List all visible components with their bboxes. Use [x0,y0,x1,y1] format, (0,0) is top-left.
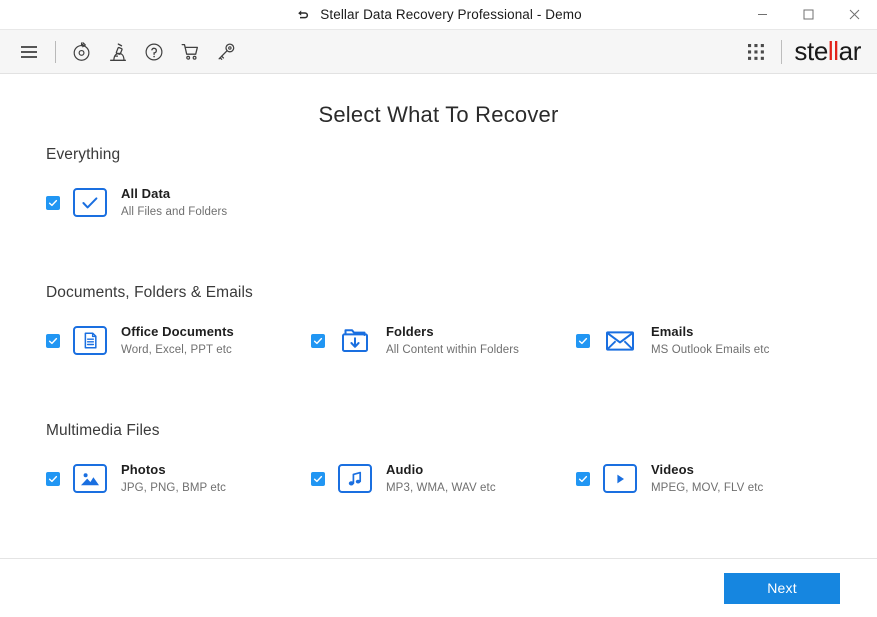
toolbar-right-group: ste ll ar [741,36,863,67]
option-audio[interactable]: Audio MP3, WMA, WAV etc [311,462,576,495]
window-title: Stellar Data Recovery Professional - Dem… [320,7,582,22]
option-text-photos: Photos JPG, PNG, BMP etc [121,462,226,495]
title-bar: Stellar Data Recovery Professional - Dem… [0,0,877,30]
checkbox-videos[interactable] [576,471,590,486]
grid-dots-icon[interactable] [741,37,771,67]
close-button[interactable] [831,0,877,29]
option-title: Emails [651,324,694,339]
option-subtitle: MS Outlook Emails etc [651,343,770,356]
checkbox-audio[interactable] [311,471,325,486]
checkbox-folders[interactable] [311,333,325,348]
options-row-multimedia: Photos JPG, PNG, BMP etc Audio MP3, WMA,… [46,462,831,495]
option-title: Photos [121,462,166,477]
toolbar-left-group [12,35,243,69]
checkbox-emails[interactable] [576,333,590,348]
option-all-data[interactable]: All Data All Files and Folders [46,186,311,219]
folder-download-icon[interactable] [338,326,372,355]
option-title: Office Documents [121,324,234,339]
play-icon[interactable] [603,464,637,494]
option-photos[interactable]: Photos JPG, PNG, BMP etc [46,462,311,495]
option-title: All Data [121,186,171,201]
option-subtitle: MP3, WMA, WAV etc [386,481,496,494]
option-text-all-data: All Data All Files and Folders [121,186,227,219]
option-folders[interactable]: Folders All Content within Folders [311,324,576,357]
microscope-icon[interactable] [101,35,135,69]
option-text-audio: Audio MP3, WMA, WAV etc [386,462,496,495]
checkbox-photos[interactable] [46,471,60,486]
envelope-icon[interactable] [603,326,637,355]
option-text-office-documents: Office Documents Word, Excel, PPT etc [121,324,234,357]
option-videos[interactable]: Videos MPEG, MOV, FLV etc [576,462,841,495]
page-title: Select What To Recover [318,102,559,127]
option-title: Audio [386,462,424,477]
image-icon[interactable] [73,464,107,494]
option-title: Folders [386,324,434,339]
logo-divider [781,39,783,64]
option-text-videos: Videos MPEG, MOV, FLV etc [651,462,763,495]
option-title: Videos [651,462,694,477]
menu-icon[interactable] [12,35,46,69]
section-multimedia: Multimedia Files Photos JPG, PNG, BMP et… [46,422,831,495]
main-content: Everything All Data All Files and Folder… [0,131,877,558]
option-subtitle: MPEG, MOV, FLV etc [651,481,764,494]
options-row-everything: All Data All Files and Folders [46,186,831,219]
option-subtitle: All Content within Folders [386,343,519,356]
minimize-button[interactable] [739,0,785,29]
option-text-folders: Folders All Content within Folders [386,324,519,357]
toolbar-divider [55,40,56,63]
check-box-icon[interactable] [73,188,107,218]
stellar-logo: ste ll ar [794,36,863,67]
section-documents: Documents, Folders & Emails Office Docum… [46,284,831,357]
next-button[interactable]: Next [724,572,840,604]
section-title-documents: Documents, Folders & Emails [46,284,253,301]
option-text-emails: Emails MS Outlook Emails etc [651,324,769,357]
logo-prefix: ste [794,36,828,66]
maximize-button[interactable] [785,0,831,29]
checkbox-all-data[interactable] [46,195,60,210]
key-icon[interactable] [209,35,243,69]
section-title-everything: Everything [46,146,121,163]
document-icon[interactable] [73,326,107,356]
logo-suffix: ar [838,36,862,66]
back-arrow-icon [295,7,311,23]
logo-highlight: ll [827,36,839,66]
option-subtitle: Word, Excel, PPT etc [121,343,232,356]
toolbar: ste ll ar [0,30,877,74]
help-icon[interactable] [137,35,171,69]
option-subtitle: JPG, PNG, BMP etc [121,481,227,494]
window-controls [739,0,877,29]
section-everything: Everything All Data All Files and Folder… [46,146,831,219]
option-subtitle: All Files and Folders [121,205,228,218]
option-office-documents[interactable]: Office Documents Word, Excel, PPT etc [46,324,311,357]
footer-bar: Next [0,558,877,617]
section-title-multimedia: Multimedia Files [46,422,160,439]
option-emails[interactable]: Emails MS Outlook Emails etc [576,324,841,357]
music-note-icon[interactable] [338,464,372,494]
checkbox-office-documents[interactable] [46,333,60,348]
options-row-documents: Office Documents Word, Excel, PPT etc Fo… [46,324,831,357]
cart-icon[interactable] [173,35,207,69]
recovery-icon[interactable] [65,35,99,69]
